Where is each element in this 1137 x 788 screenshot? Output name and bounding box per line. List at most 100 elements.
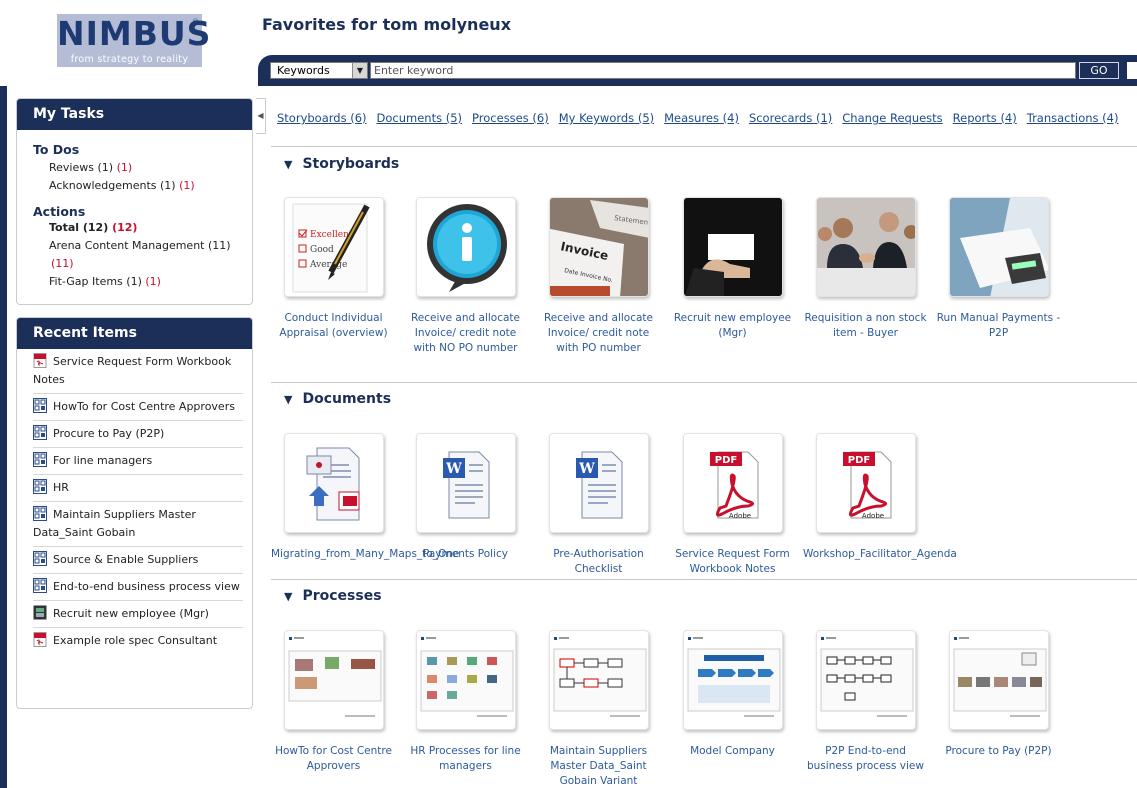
card-caption[interactable]: Service Request Form Workbook Notes <box>670 547 795 577</box>
task-reviews[interactable]: Reviews (1) (1) <box>49 159 252 177</box>
process-thumbnail-icon[interactable] <box>815 630 916 730</box>
category-link[interactable]: My Keywords (5) <box>559 111 654 125</box>
recent-item-label: End-to-end business process view <box>53 580 240 593</box>
recent-item-label: Example role spec Consultant <box>53 634 218 647</box>
category-link[interactable]: Change Requests <box>842 111 942 125</box>
card-caption[interactable]: Model Company <box>670 744 795 759</box>
recent-item[interactable]: Service Request Form Workbook Notes <box>33 349 243 394</box>
process-thumbnail-icon[interactable] <box>283 630 384 730</box>
divider <box>271 382 1137 383</box>
category-link[interactable]: Storyboards (6) <box>277 111 367 125</box>
card-caption[interactable]: Receive and allocate Invoice/ credit not… <box>536 311 661 356</box>
pdf-doc-icon[interactable]: PDF Adobe <box>682 433 783 533</box>
search-type-value: Keywords <box>277 64 330 77</box>
go-button[interactable]: GO <box>1079 62 1119 79</box>
document-card[interactable]: PDF Adobe Service Request Form Workbook N… <box>670 433 795 577</box>
category-link[interactable]: Scorecards (1) <box>749 111 832 125</box>
card-caption[interactable]: Run Manual Payments - P2P <box>936 311 1061 341</box>
processe-card[interactable]: HowTo for Cost Centre Approvers <box>271 630 396 774</box>
process-map-icon <box>33 506 47 521</box>
processe-card[interactable]: P2P End-to-end business process view <box>803 630 928 774</box>
category-link[interactable]: Reports (4) <box>953 111 1017 125</box>
my-tasks-panel: My Tasks To Dos Reviews (1) (1) Acknowle… <box>16 98 253 305</box>
task-acknowledgements[interactable]: Acknowledgements (1) (1) <box>49 177 252 195</box>
storyboard-card[interactable]: Excellent Good Average Conduct Individua… <box>271 197 396 341</box>
process-thumbnail-icon[interactable] <box>948 630 1049 730</box>
process-thumbnail-icon[interactable] <box>682 630 783 730</box>
category-link[interactable]: Transactions (4) <box>1027 111 1119 125</box>
card-caption[interactable]: Migrating_from_Many_Maps_to_One <box>271 547 459 562</box>
process-thumbnail-icon[interactable] <box>548 630 649 730</box>
recent-item[interactable]: End-to-end business process view <box>33 574 243 601</box>
recent-item[interactable]: Recruit new employee (Mgr) <box>33 601 243 628</box>
process-map-icon <box>33 452 47 467</box>
nimbus-logo[interactable]: NIMBUS ® from strategy to reality <box>57 14 210 67</box>
collapse-panel-toggle[interactable]: ◀ <box>256 98 266 134</box>
recent-items-panel: Recent Items Service Request Form Workbo… <box>16 317 253 709</box>
search-type-select[interactable]: Keywords ▼ <box>270 62 368 79</box>
recent-item[interactable]: HR <box>33 475 243 502</box>
recent-item[interactable]: Procure to Pay (P2P) <box>33 421 243 448</box>
document-card[interactable]: PDF Adobe Workshop_Facilitator_Agenda <box>803 433 957 562</box>
card-caption[interactable]: P2P End-to-end business process view <box>803 744 928 774</box>
processe-card[interactable]: Maintain Suppliers Master Data_Saint Gob… <box>536 630 661 788</box>
recent-item-label: Service Request Form Workbook Notes <box>33 355 232 386</box>
storyboard-card[interactable]: Requisition a non stock item - Buyer <box>803 197 928 341</box>
category-link[interactable]: Documents (5) <box>377 111 463 125</box>
todos-heading: To Dos <box>33 142 80 157</box>
action-arena-content-management[interactable]: Arena Content Management (11) (11) <box>49 237 252 273</box>
category-link[interactable]: Measures (4) <box>664 111 739 125</box>
storyboards-section-toggle[interactable]: ▼ Storyboards <box>284 156 399 172</box>
process-thumbnail-icon[interactable] <box>415 630 516 730</box>
process-map-icon <box>33 479 47 494</box>
card-caption[interactable]: Workshop_Facilitator_Agenda <box>803 547 957 562</box>
card-caption[interactable]: HowTo for Cost Centre Approvers <box>271 744 396 774</box>
recent-item-label: Procure to Pay (P2P) <box>53 427 165 440</box>
storyboard-card[interactable]: Run Manual Payments - P2P <box>936 197 1061 341</box>
card-caption[interactable]: Receive and allocate Invoice/ credit not… <box>403 311 528 356</box>
storyboard-card[interactable]: Invoice Date Invoice No. Statement Receiv… <box>536 197 661 356</box>
processes-section-toggle[interactable]: ▼ Processes <box>284 588 382 604</box>
card-caption[interactable]: Requisition a non stock item - Buyer <box>803 311 928 341</box>
processe-card[interactable]: Procure to Pay (P2P) <box>936 630 1061 759</box>
card-caption[interactable]: Maintain Suppliers Master Data_Saint Gob… <box>536 744 661 788</box>
recent-item[interactable]: HowTo for Cost Centre Approvers <box>33 394 243 421</box>
process-map-icon <box>33 551 47 566</box>
chevron-down-icon[interactable]: ▼ <box>352 63 367 78</box>
handshake-icon[interactable] <box>815 197 916 297</box>
triangle-down-icon: ▼ <box>284 158 293 171</box>
card-caption[interactable]: Pre-Authorisation Checklist <box>536 547 661 577</box>
recent-items-list: Service Request Form Workbook Notes HowTo… <box>17 349 252 654</box>
pdf-doc-icon[interactable]: PDF Adobe <box>815 433 916 533</box>
card-caption[interactable]: Procure to Pay (P2P) <box>936 744 1061 759</box>
document-card[interactable]: W Payments Policy <box>403 433 528 562</box>
documents-section-toggle[interactable]: ▼ Documents <box>284 391 391 407</box>
business-card-icon[interactable] <box>682 197 783 297</box>
processe-card[interactable]: HR Processes for line managers <box>403 630 528 774</box>
powerpoint-doc-icon[interactable] <box>283 433 384 533</box>
recent-item[interactable]: Example role spec Consultant <box>33 628 243 654</box>
recent-item[interactable]: Maintain Suppliers Master Data_Saint Gob… <box>33 502 243 547</box>
category-link[interactable]: Processes (6) <box>472 111 549 125</box>
card-caption[interactable]: Conduct Individual Appraisal (overview) <box>271 311 396 341</box>
search-input[interactable]: Enter keyword <box>370 62 1076 79</box>
document-card[interactable]: Migrating_from_Many_Maps_to_One <box>271 433 459 562</box>
recent-item[interactable]: For line managers <box>33 448 243 475</box>
word-doc-icon[interactable]: W <box>415 433 516 533</box>
storyboard-card[interactable]: Recruit new employee (Mgr) <box>670 197 795 341</box>
info-icon[interactable] <box>415 197 516 297</box>
invoice-icon[interactable]: Invoice Date Invoice No. Statement <box>548 197 649 297</box>
document-card[interactable]: W Pre-Authorisation Checklist <box>536 433 661 577</box>
recent-item[interactable]: Source & Enable Suppliers <box>33 547 243 574</box>
processe-card[interactable]: Model Company <box>670 630 795 759</box>
card-caption[interactable]: HR Processes for line managers <box>403 744 528 774</box>
action-fit-gap-items[interactable]: Fit-Gap Items (1) (1) <box>49 273 252 291</box>
card-caption[interactable]: Payments Policy <box>403 547 528 562</box>
calculator-icon[interactable] <box>948 197 1049 297</box>
recent-item-label: HowTo for Cost Centre Approvers <box>53 400 235 413</box>
card-caption[interactable]: Recruit new employee (Mgr) <box>670 311 795 341</box>
action-total[interactable]: Total (12) (12) <box>49 219 252 237</box>
appraisal-checklist-icon[interactable]: Excellent Good Average <box>283 197 384 297</box>
storyboard-card[interactable]: Receive and allocate Invoice/ credit not… <box>403 197 528 356</box>
word-doc-icon[interactable]: W <box>548 433 649 533</box>
